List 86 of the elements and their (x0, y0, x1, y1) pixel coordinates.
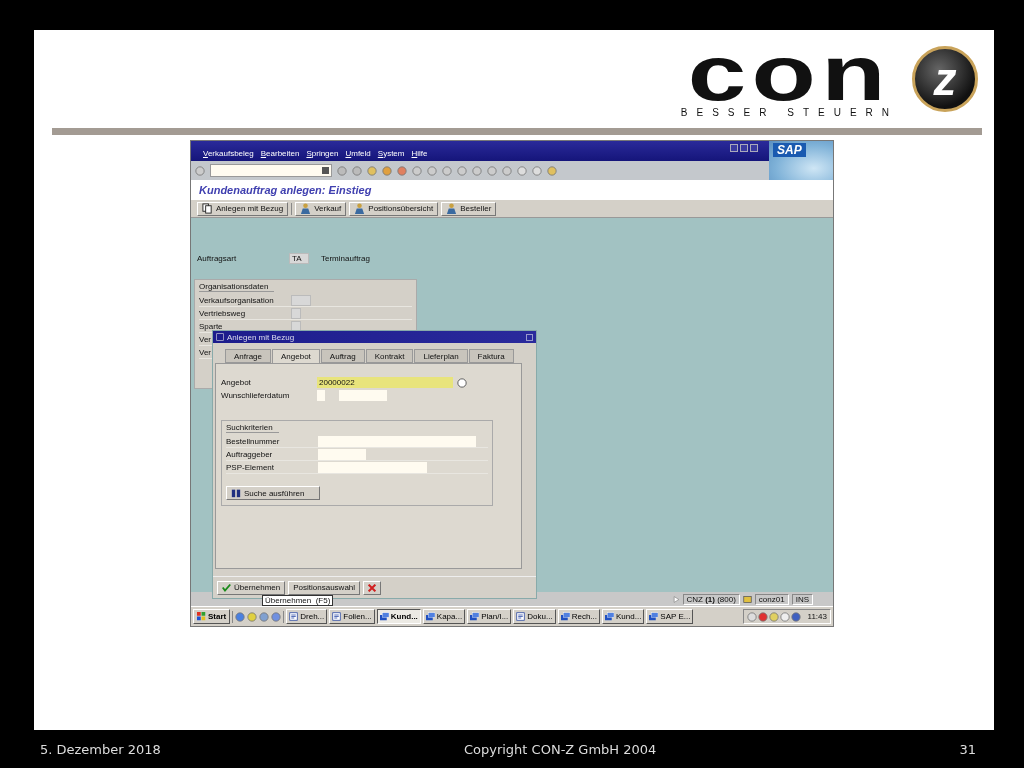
tab[interactable]: Angebot (272, 349, 320, 363)
window-icon (425, 612, 435, 621)
field-label: Auftragsart (197, 254, 238, 263)
input-field[interactable] (318, 448, 366, 460)
person-icon (354, 203, 366, 214)
field-label: Bestellnummer (226, 436, 281, 446)
taskbar-button[interactable]: Plan/I... (467, 609, 512, 624)
toolbar-button[interactable]: Verkauf (295, 201, 347, 216)
command-field[interactable] (210, 164, 332, 177)
screen-title: Kundenauftrag anlegen: Einstieg (199, 184, 372, 196)
field-label: Auftraggeber (226, 449, 274, 459)
document-icon (516, 612, 526, 621)
selection-button[interactable]: Positionsauswahl (288, 580, 361, 595)
taskbar-button[interactable]: SAP E... (646, 609, 694, 624)
menu-item[interactable]: Springen (306, 149, 339, 158)
person-icon (446, 203, 458, 214)
input-field[interactable] (291, 294, 311, 306)
date-field[interactable] (339, 390, 387, 401)
taskbar-button[interactable]: Rech... (557, 609, 600, 624)
window-icon (560, 612, 570, 621)
taskbar-button[interactable]: Kund... (376, 609, 421, 624)
dialog-title: Anlegen mit Bezug (227, 332, 295, 342)
triangle-icon (672, 595, 680, 603)
field-label: PSP-Element (226, 462, 276, 472)
menu-item[interactable]: Umfeld (345, 149, 371, 158)
toolbar-button[interactable]: Anlegen mit Bezug (197, 201, 289, 216)
copy-icon (202, 203, 213, 214)
window-icon (605, 612, 614, 621)
slide-copyright: Copyright CON-Z GmbH 2004 (463, 741, 657, 757)
dialog-icon (216, 333, 224, 341)
tab[interactable]: Auftrag (320, 349, 365, 363)
taskbar-button[interactable]: Folien... (329, 609, 375, 624)
field-label: Sparte (199, 321, 224, 331)
toolbar-button[interactable]: Besteller (441, 201, 497, 216)
tab[interactable]: Anfrage (225, 349, 272, 363)
input-field[interactable] (317, 390, 325, 401)
field-label: Ver (199, 347, 211, 357)
person-icon (300, 203, 312, 214)
taskbar-button[interactable]: Kund... (602, 609, 645, 624)
sap-logo: SAP (773, 143, 806, 157)
slide-date: 5. Dezember 2018 (40, 741, 161, 757)
dropdown-icon (322, 167, 329, 174)
input-field[interactable] (318, 435, 476, 447)
field-description: Terminauftrag (321, 254, 370, 263)
tab[interactable]: Faktura (468, 349, 514, 363)
logo-emblem: z (912, 46, 978, 112)
input-field[interactable]: 20000022 (317, 377, 453, 388)
start-button[interactable]: Start (193, 609, 231, 624)
document-icon (289, 612, 299, 621)
menu-item[interactable]: Verkaufsbeleg (203, 149, 254, 158)
confirm-button[interactable]: Übernehmen (217, 580, 286, 595)
binoculars-icon (231, 488, 241, 498)
menu-item[interactable]: System (377, 149, 405, 158)
input-field[interactable] (318, 461, 427, 473)
window-icon (379, 612, 389, 621)
group-title: Organisationsdaten (199, 282, 275, 292)
system-status: CNZ (1) (800) (682, 593, 740, 605)
tab[interactable]: Lieferplan (414, 349, 468, 363)
field-label: Ver (199, 334, 211, 344)
field-label: Wunschlieferdatum (221, 391, 291, 400)
windows-icon (197, 612, 206, 621)
tooltip: Übernehmen (F5) (262, 595, 334, 606)
order-type-field[interactable]: TA (289, 253, 309, 264)
menu-item[interactable]: Bearbeiten (260, 149, 300, 158)
page-number: 31 (959, 741, 976, 757)
taskbar-button[interactable]: Kapa... (422, 609, 466, 624)
field-label: Angebot (221, 378, 252, 387)
window-icon (470, 612, 480, 621)
taskbar-button[interactable]: Doku... (513, 609, 556, 624)
window-icon (649, 612, 659, 621)
field-label: Vertriebsweg (199, 308, 247, 318)
clock: 11:43 (807, 612, 827, 621)
group-title: Suchkriterien (226, 423, 279, 433)
menu-item[interactable]: Hilfe (411, 149, 428, 158)
toolbar-button[interactable]: Positionsübersicht (349, 201, 439, 216)
document-icon (332, 612, 342, 621)
taskbar-button[interactable]: Dreh... (286, 609, 328, 624)
mode-status: INS (791, 593, 813, 605)
search-button[interactable]: Suche ausführen (226, 486, 320, 500)
cancel-button[interactable] (363, 580, 382, 595)
field-label: Verkaufsorganisation (199, 295, 275, 305)
input-field[interactable] (291, 307, 301, 319)
tab[interactable]: Kontrakt (365, 349, 414, 363)
logo-tagline: BESSER STEUERN (680, 106, 898, 118)
logo-wordmark: con (687, 40, 893, 105)
user-status: conz01 (754, 593, 789, 605)
